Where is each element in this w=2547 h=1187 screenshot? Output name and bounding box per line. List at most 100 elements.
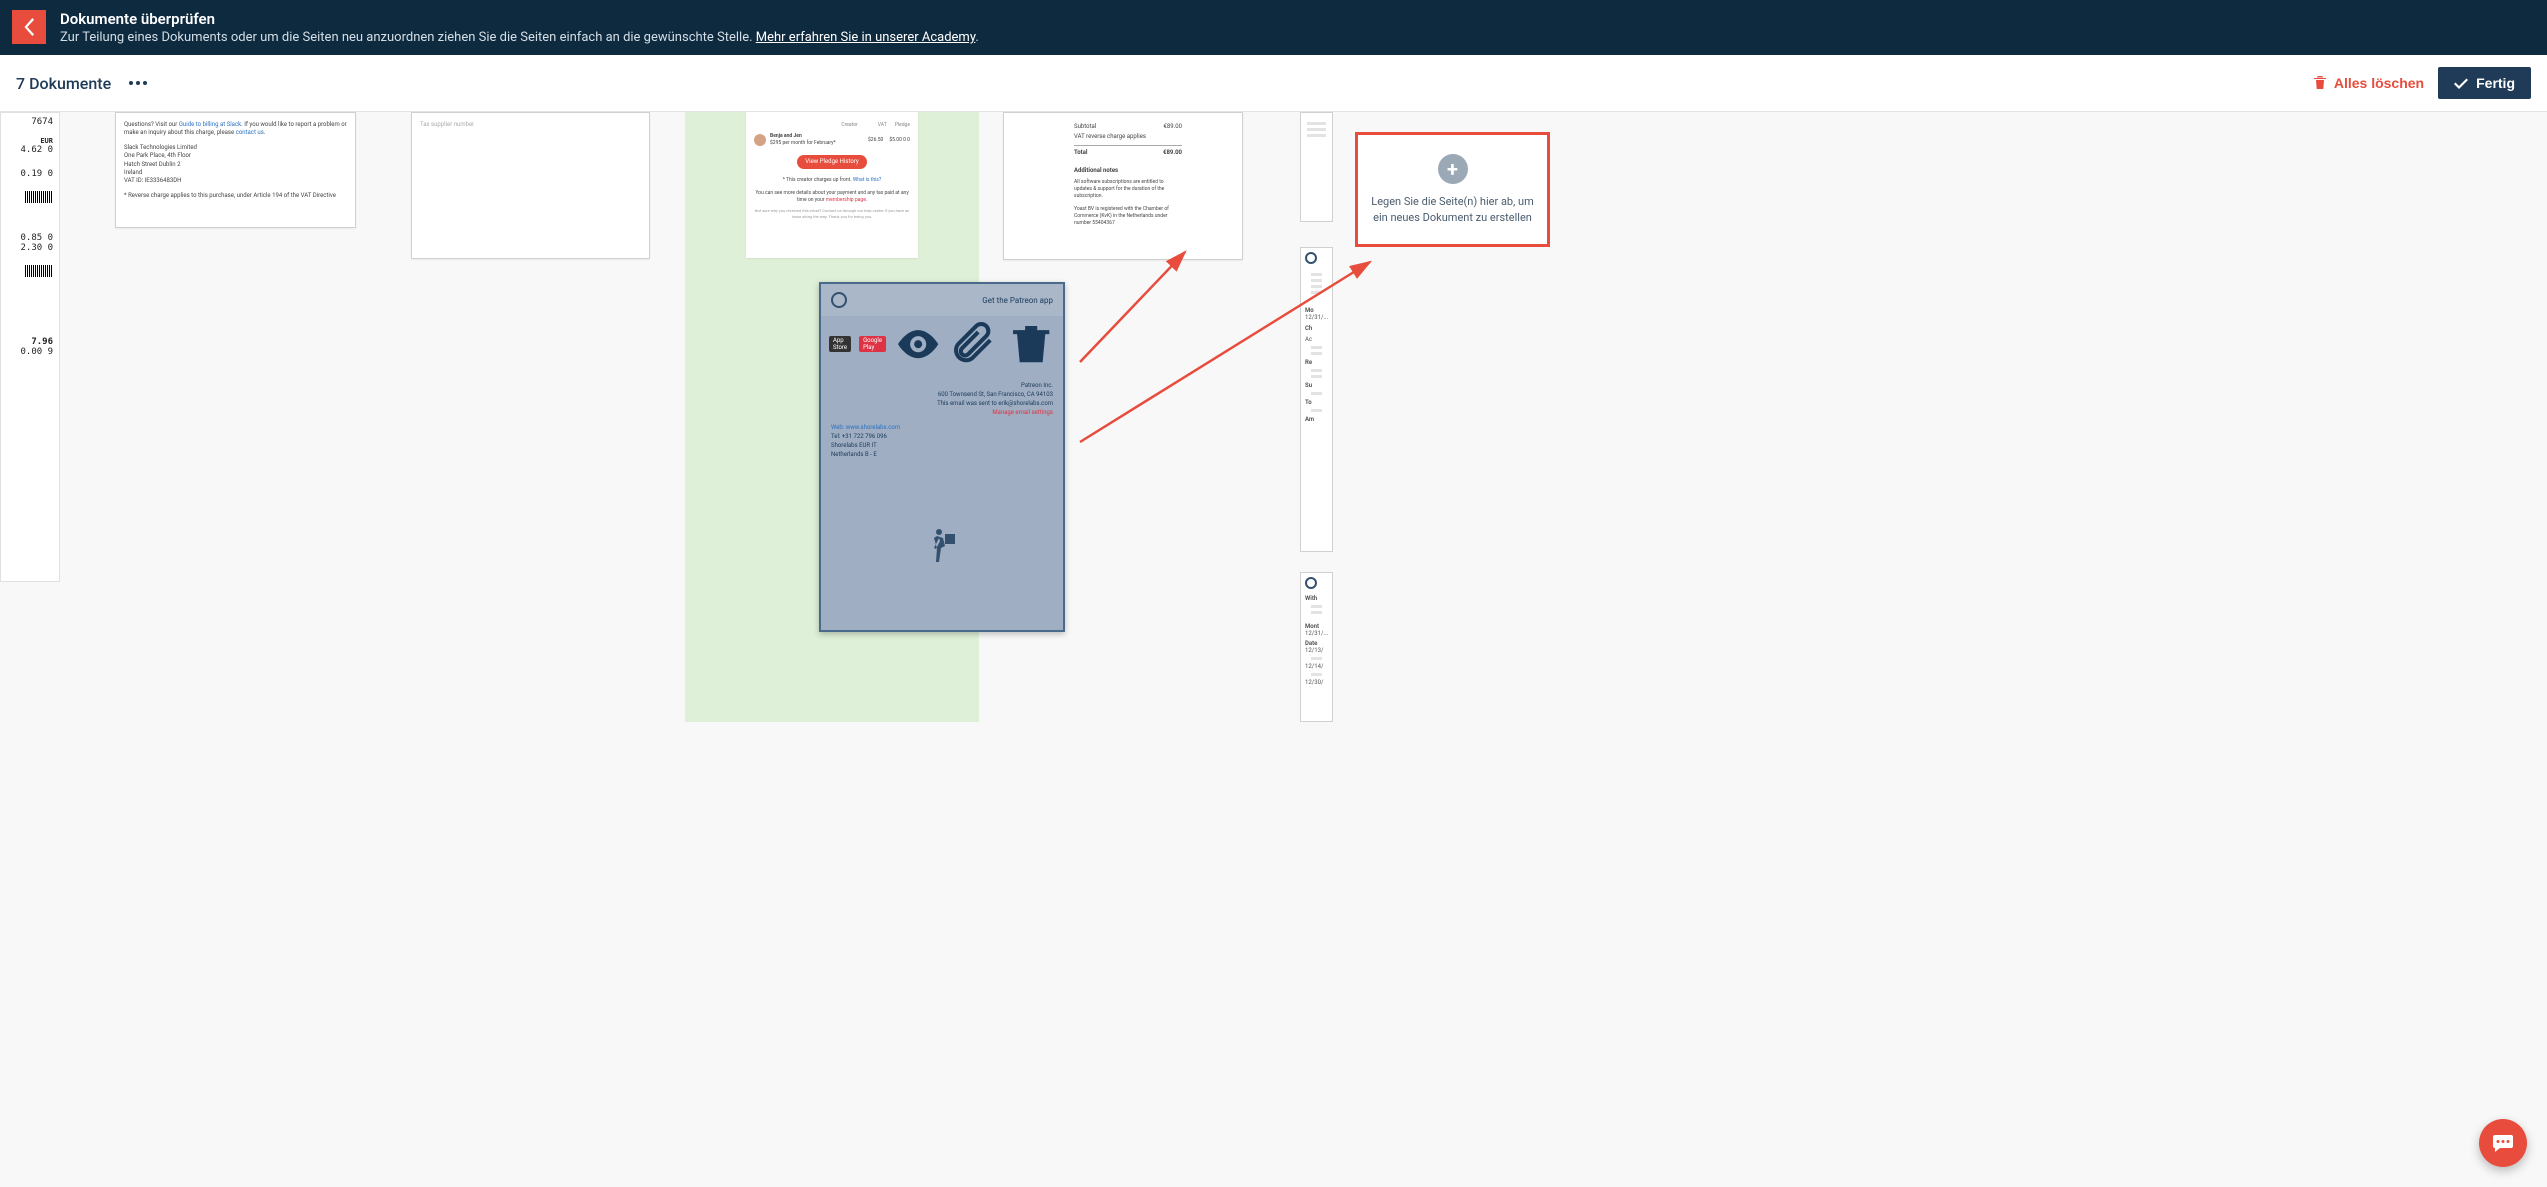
side-document[interactable]: Mo 12/31/... Ch Ac Re Su To Am: [1300, 247, 1333, 552]
sel-link[interactable]: Web: www.shorelabs.com: [831, 424, 1053, 431]
receipt-code: 7674: [7, 117, 53, 127]
eye-icon[interactable]: [894, 320, 942, 368]
new-document-dropzone[interactable]: + Legen Sie die Seite(n) hier ab, um ein…: [1355, 132, 1550, 247]
patreon-document[interactable]: Creator VAT Pledge Benja and Jen $295 pe…: [746, 112, 918, 258]
creator-line: $295 per month for February*: [770, 140, 836, 146]
receipt-line: 0.00 9: [7, 347, 53, 357]
side-label: Ch: [1305, 325, 1328, 332]
inv-label: Subtotal: [1074, 123, 1096, 131]
dropzone-text: Legen Sie die Seite(n) hier ab, um ein n…: [1370, 194, 1535, 225]
app-store-badge: App Store: [829, 336, 851, 352]
toolbar: 7 Dokumente Alles löschen Fertig: [0, 55, 2547, 112]
chat-icon: [2491, 1131, 2515, 1155]
delete-all-button[interactable]: Alles löschen: [2312, 75, 2424, 91]
sel-text: Shorelabs EUR IT: [831, 442, 1053, 449]
check-icon: [2454, 78, 2468, 89]
select-radio[interactable]: [831, 292, 847, 308]
document-canvas: 7674 EUR 4.62 0 0.19 0 0.85 0 2.30 0 7.9…: [0, 112, 2547, 722]
side-label: Ac: [1305, 336, 1328, 343]
carry-icon: [927, 528, 957, 564]
receipt-line: 2.30 0: [7, 243, 53, 253]
inv-label: VAT reverse charge applies: [1074, 133, 1146, 141]
invoice-document[interactable]: Subtotal €89.00 VAT reverse charge applie…: [1003, 112, 1243, 260]
sel-text: Tel: +31 722 796 096: [831, 433, 1053, 440]
blank-document[interactable]: Tax supplier number: [411, 112, 650, 259]
sel-text: This email was sent to erik@shorelabs.co…: [831, 400, 1053, 407]
back-button[interactable]: [12, 10, 46, 44]
doc-text: Hatch Street Dublin 2: [124, 161, 347, 169]
inv-label: Total: [1074, 149, 1087, 157]
doc-link[interactable]: What is this?: [853, 177, 881, 183]
view-history-button[interactable]: View Pledge History: [797, 155, 866, 169]
doc-text: Questions? Visit our Guide to billing at…: [124, 121, 347, 136]
patreon-app-title: Get the Patreon app: [982, 296, 1053, 305]
app-header: Dokumente überprüfen Zur Teilung eines D…: [0, 0, 2547, 55]
side-label: To: [1305, 399, 1328, 406]
chevron-left-icon: [23, 18, 35, 36]
receipt-line: 0.19 0: [7, 169, 53, 179]
delete-all-label: Alles löschen: [2334, 75, 2424, 91]
doc-text: All software subscriptions are entitled …: [1074, 179, 1182, 200]
receipt-line: 7.96: [7, 337, 53, 347]
trash-icon[interactable]: [1007, 320, 1055, 368]
side-document[interactable]: With Mont 12/31/... Date 12/13/ 12/14/ 1…: [1300, 572, 1333, 722]
doc-link[interactable]: membership page: [826, 197, 866, 203]
receipt-document[interactable]: 7674 EUR 4.62 0 0.19 0 0.85 0 2.30 0 7.9…: [0, 112, 60, 582]
header-text: Dokumente überprüfen Zur Teilung eines D…: [60, 10, 979, 45]
chat-fab[interactable]: [2479, 1119, 2527, 1167]
doc-text: * This creator charges up front.: [783, 177, 852, 183]
sel-text: Netherlands B - E: [831, 451, 1053, 458]
more-menu[interactable]: [125, 77, 151, 89]
receipt-currency: EUR: [7, 137, 53, 145]
side-label: With: [1305, 595, 1328, 602]
doc-text: Yoast BV is registered with the Chamber …: [1074, 206, 1182, 227]
selected-page[interactable]: Get the Patreon app App Store Google Pla…: [819, 282, 1065, 632]
side-date: 12/13/: [1305, 647, 1328, 654]
barcode: [25, 191, 53, 203]
col-header: VAT: [878, 122, 887, 129]
doc-text: VAT ID: IE3336483DH: [124, 177, 347, 185]
annotation-arrow: [1070, 242, 1200, 372]
side-label: Su: [1305, 382, 1328, 389]
select-radio[interactable]: [1305, 577, 1317, 589]
side-label: Am: [1305, 416, 1328, 423]
doc-text: Tax supplier number: [420, 121, 474, 128]
trash-icon: [2312, 75, 2328, 91]
amount: $26.50: [868, 137, 883, 144]
header-subtitle: Zur Teilung eines Dokuments oder um die …: [60, 30, 979, 45]
page-toolbar: Get the Patreon app: [821, 284, 1063, 316]
doc-text: * Reverse charge applies to this purchas…: [124, 192, 347, 200]
receipt-line: 4.62 0: [7, 145, 53, 155]
academy-link[interactable]: Mehr erfahren Sie in unserer Academy: [756, 30, 976, 45]
inv-value: €89.00: [1164, 123, 1182, 131]
side-date: 12/31/...: [1305, 314, 1328, 321]
col-header: Pledge: [895, 122, 910, 129]
side-label: Mo: [1305, 307, 1328, 314]
document-count: 7 Dokumente: [16, 74, 111, 93]
barcode: [25, 265, 53, 277]
amount: $5.00 0 0: [889, 137, 910, 144]
sel-link[interactable]: Manage email settings: [831, 409, 1053, 416]
inv-value: €89.00: [1163, 149, 1182, 157]
side-document[interactable]: [1300, 112, 1333, 222]
side-label: Re: [1305, 359, 1328, 366]
paperclip-icon[interactable]: [950, 320, 998, 368]
done-label: Fertig: [2476, 75, 2515, 91]
col-header: Creator: [841, 122, 857, 129]
select-radio[interactable]: [1305, 252, 1317, 264]
sel-text: Patreon Inc.: [831, 382, 1053, 389]
avatar: [754, 134, 766, 146]
doc-text: Ireland: [124, 169, 347, 177]
google-play-badge: Google Play: [859, 336, 886, 352]
side-date: 12/14/: [1305, 663, 1328, 670]
header-title: Dokumente überprüfen: [60, 10, 979, 28]
side-date: 12/31/...: [1305, 630, 1328, 637]
creator-name: Benja and Jen: [770, 133, 868, 140]
side-date: 12/30/: [1305, 679, 1328, 686]
done-button[interactable]: Fertig: [2438, 67, 2531, 99]
slack-document[interactable]: Questions? Visit our Guide to billing at…: [115, 112, 356, 228]
receipt-line: 0.85 0: [7, 233, 53, 243]
plus-icon: +: [1438, 154, 1468, 184]
doc-text: Not sure why you received this email? Co…: [754, 208, 910, 219]
inv-section: Additional notes: [1074, 167, 1182, 175]
